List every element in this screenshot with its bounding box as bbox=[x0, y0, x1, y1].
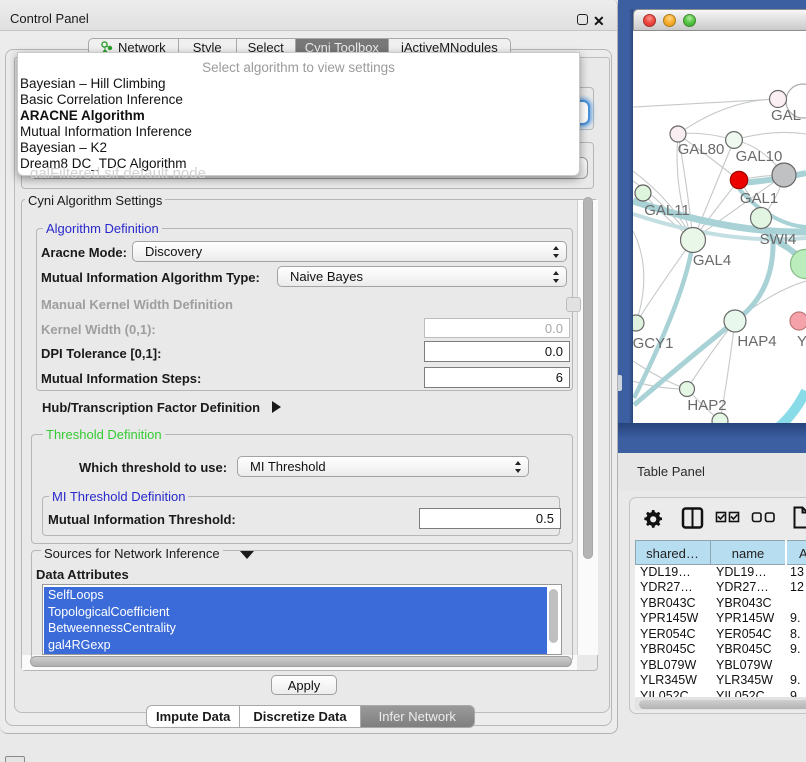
svg-text:GAL4: GAL4 bbox=[693, 252, 731, 269]
svg-text:GAL: GAL bbox=[771, 107, 801, 124]
svg-text:HAP2: HAP2 bbox=[687, 397, 726, 414]
svg-text:HAP4: HAP4 bbox=[737, 333, 776, 350]
svg-text:Y: Y bbox=[797, 333, 806, 350]
svg-text:GAL10: GAL10 bbox=[736, 148, 783, 165]
svg-text:SWI4: SWI4 bbox=[760, 231, 797, 248]
svg-text:GAL80: GAL80 bbox=[678, 141, 725, 158]
svg-text:GAL1: GAL1 bbox=[740, 190, 778, 207]
svg-text:GAL11: GAL11 bbox=[644, 202, 690, 219]
svg-text:GCY1: GCY1 bbox=[633, 335, 673, 352]
